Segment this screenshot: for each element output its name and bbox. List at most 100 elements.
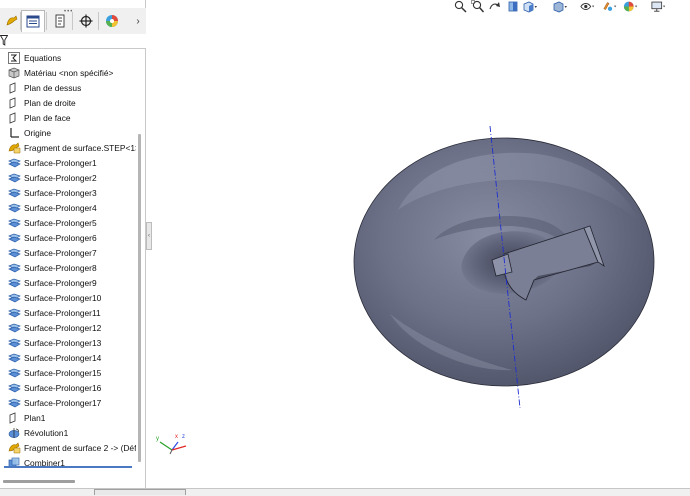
material-icon (8, 67, 21, 79)
tree-item-label: Surface-Prolonger14 (24, 353, 102, 363)
tree-item[interactable]: Surface-Prolonger17 (8, 396, 136, 410)
tree-item-label: Fragment de surface 2 -> (Défa (24, 443, 136, 453)
monitor-icon (651, 1, 666, 12)
tree-item[interactable]: Révolution1 (8, 426, 136, 440)
display-style-button[interactable] (552, 0, 568, 13)
tree-item[interactable]: Surface-Prolonger10 (8, 291, 136, 305)
tree-item-label: Surface-Prolonger11 (24, 308, 101, 318)
triad-x-label: x (175, 434, 178, 440)
tree-scrollbar[interactable] (138, 134, 141, 462)
apply-scene-button[interactable] (623, 0, 639, 13)
bottom-tab[interactable] (94, 489, 186, 495)
tree-item[interactable]: Surface-Prolonger11 (8, 306, 136, 320)
extend-surface-icon (8, 292, 21, 304)
filter-funnel-icon[interactable] (0, 35, 8, 46)
zoom-to-area-button[interactable] (470, 0, 486, 13)
tree-item[interactable]: Fragment de surface.STEP<1> (8, 141, 136, 155)
tree-item[interactable]: Plan de face (8, 111, 136, 125)
plane-icon (8, 97, 21, 109)
zoom-fit-icon (454, 0, 467, 13)
plane-icon (8, 82, 21, 94)
crosshair-icon (79, 14, 93, 28)
extend-surface-icon (8, 382, 21, 394)
tree-item-label: Surface-Prolonger7 (24, 248, 97, 258)
tree-item[interactable]: Equations (8, 51, 136, 65)
eye-icon (580, 3, 595, 10)
hide-show-items-button[interactable] (580, 0, 596, 13)
zoom-to-fit-button[interactable] (452, 0, 468, 13)
tree-item[interactable]: Surface-Prolonger7 (8, 246, 136, 260)
tab-appearances[interactable] (100, 10, 124, 32)
tree-item-label: Plan1 (24, 413, 46, 423)
extend-surface-icon (8, 322, 21, 334)
tree-item-label: Surface-Prolonger8 (24, 263, 97, 273)
tree-item[interactable]: Surface-Prolonger6 (8, 231, 136, 245)
tree-item-label: Surface-Prolonger4 (24, 203, 97, 213)
tab-property-manager[interactable] (48, 10, 72, 32)
tree-item[interactable]: Surface-Prolonger1 (8, 156, 136, 170)
tree-item[interactable]: Surface-Prolonger4 (8, 201, 136, 215)
view-orientation-button[interactable] (522, 0, 538, 13)
tab-configuration-manager[interactable] (74, 10, 98, 32)
feature-tree-icon (26, 15, 40, 28)
tab-feature-tree[interactable] (21, 10, 45, 32)
rollback-bar[interactable] (4, 466, 132, 468)
view-orientation-cube-icon (523, 1, 537, 13)
tree-item[interactable]: Surface-Prolonger8 (8, 261, 136, 275)
origin-icon (8, 127, 21, 139)
edit-appearance-icon (603, 2, 617, 11)
tree-item[interactable]: Surface-Prolonger9 (8, 276, 136, 290)
tree-item-label: Surface-Prolonger12 (24, 323, 102, 333)
tree-item[interactable]: Surface-Prolonger5 (8, 216, 136, 230)
extend-surface-icon (8, 262, 21, 274)
extend-surface-icon (8, 247, 21, 259)
edit-appearance-button[interactable] (602, 0, 618, 13)
tree-item[interactable]: Surface-Prolonger16 (8, 381, 136, 395)
imported-surface-icon (8, 442, 21, 454)
extend-surface-icon (8, 307, 21, 319)
section-view-button[interactable] (505, 0, 521, 13)
tree-filter-bar[interactable] (0, 34, 146, 49)
tabs-chevron-right-icon[interactable]: › (133, 12, 143, 30)
imported-surface-icon (8, 142, 21, 154)
tree-horizontal-scrollbar[interactable] (3, 480, 75, 483)
tree-item-label: Surface-Prolonger16 (24, 383, 102, 393)
extend-surface-icon (8, 277, 21, 289)
tree-item[interactable]: Plan1 (8, 411, 136, 425)
tree-item[interactable]: Surface-Prolonger12 (8, 321, 136, 335)
tree-item[interactable]: Matériau <non spécifié> (8, 66, 136, 80)
tree-item[interactable]: Plan de droite (8, 96, 136, 110)
tree-item[interactable]: Surface-Prolonger13 (8, 336, 136, 350)
plane-icon (8, 412, 21, 424)
feature-manager-panel: ••• › Equations Matériau <non spécifié> … (0, 0, 146, 495)
view-settings-button[interactable] (651, 0, 667, 13)
display-style-cube-icon (553, 1, 567, 13)
revolve-icon (8, 427, 21, 439)
extend-surface-icon (8, 202, 21, 214)
triad-y-label: y (156, 436, 159, 442)
previous-view-button[interactable] (487, 0, 503, 13)
tree-item[interactable]: Origine (8, 126, 136, 140)
tree-item[interactable]: Fragment de surface 2 -> (Défa (8, 441, 136, 455)
tree-item[interactable]: Surface-Prolonger2 (8, 171, 136, 185)
extend-surface-icon (8, 367, 21, 379)
tree-item-label: Plan de dessus (24, 83, 82, 93)
tree-item[interactable]: Surface-Prolonger15 (8, 366, 136, 380)
tree-item[interactable]: Surface-Prolonger14 (8, 351, 136, 365)
graphics-viewport[interactable] (152, 14, 690, 486)
tree-item-label: Surface-Prolonger5 (24, 218, 97, 228)
display-pane-icon (6, 15, 18, 26)
feature-tree: Equations Matériau <non spécifié> Plan de … (0, 48, 146, 468)
tree-item-label: Surface-Prolonger15 (24, 368, 102, 378)
triad-z-label: z (182, 434, 185, 440)
tree-item-label: Surface-Prolonger17 (24, 398, 102, 408)
tree-item[interactable]: Surface-Prolonger3 (8, 186, 136, 200)
model-torus-body[interactable] (152, 14, 690, 486)
tree-item-label: Surface-Prolonger3 (24, 188, 97, 198)
tree-item-label: Surface-Prolonger13 (24, 338, 102, 348)
tree-item[interactable]: Plan de dessus (8, 81, 136, 95)
tree-item-label: Surface-Prolonger10 (24, 293, 102, 303)
tree-item-label: Plan de face (24, 113, 71, 123)
tree-item-label: Matériau <non spécifié> (24, 68, 114, 78)
tree-item-label: Equations (24, 53, 62, 63)
